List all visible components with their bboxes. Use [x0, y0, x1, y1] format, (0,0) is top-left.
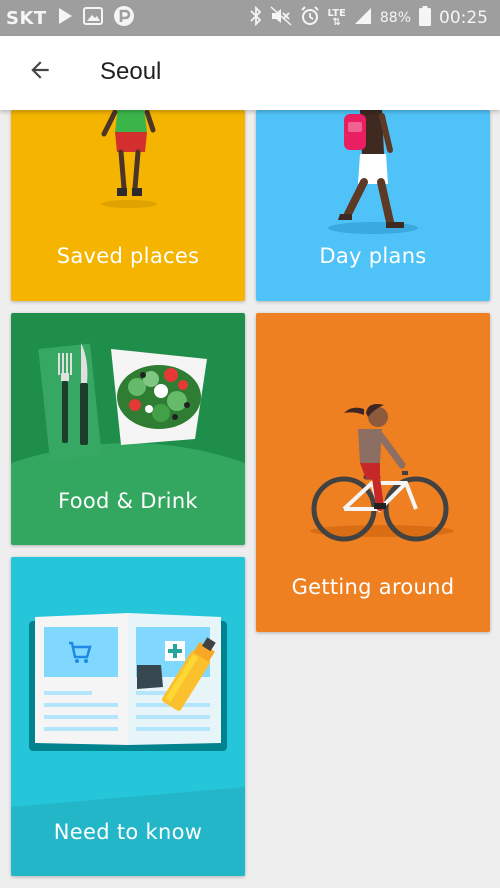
- saved-places-label: Saved places: [56, 244, 200, 268]
- app-bar: Seoul: [0, 36, 500, 110]
- play-icon: [57, 7, 73, 29]
- carrier-label: SKT: [6, 7, 47, 29]
- mute-icon: [269, 6, 292, 30]
- page-title: Seoul: [100, 58, 162, 85]
- battery-icon: [419, 6, 431, 30]
- back-button[interactable]: [18, 50, 62, 94]
- food-drink-label: Food & Drink: [58, 489, 198, 513]
- need-to-know-card[interactable]: Need to know: [11, 557, 245, 876]
- network-type-label: LTE ⇅: [327, 8, 346, 28]
- getting-around-label: Getting around: [291, 575, 455, 599]
- clock: 00:25: [439, 8, 488, 28]
- saved-places-illustration: [101, 110, 157, 208]
- need-to-know-label: Need to know: [53, 820, 203, 844]
- getting-around-card[interactable]: Getting around: [256, 313, 490, 632]
- day-plans-illustration: [328, 110, 418, 234]
- alarm-icon: [300, 6, 320, 30]
- status-bar-left: SKT: [6, 0, 135, 36]
- day-plans-card[interactable]: Day plans: [256, 110, 490, 301]
- status-bar-right: LTE ⇅ 88% 00:25: [249, 0, 488, 36]
- signal-icon: [354, 7, 372, 29]
- status-bar: SKT LTE ⇅ 88% 00:25: [0, 0, 500, 36]
- food-drink-card[interactable]: Food & Drink: [11, 313, 245, 545]
- saved-places-card[interactable]: Saved places: [11, 110, 245, 301]
- battery-percent: 88%: [379, 10, 411, 26]
- arrow-back-icon: [27, 57, 53, 87]
- p-app-icon: [113, 5, 135, 31]
- bluetooth-icon: [249, 5, 262, 30]
- day-plans-label: Day plans: [319, 244, 427, 268]
- image-icon: [82, 7, 103, 29]
